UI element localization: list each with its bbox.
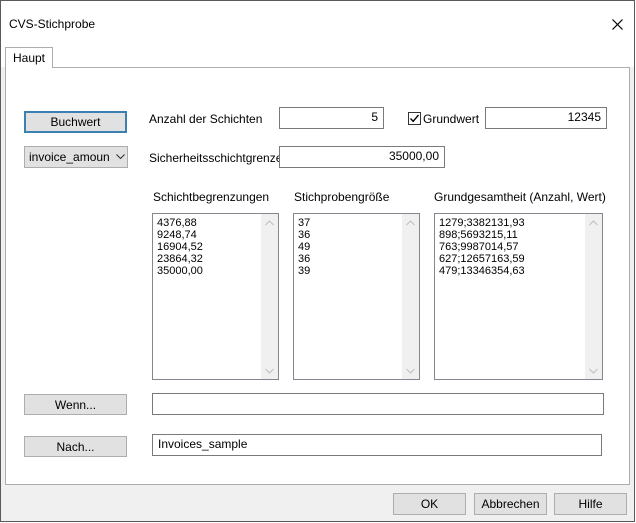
- scroll-up-arrow-icon: [265, 219, 274, 225]
- checkmark-icon: [409, 114, 420, 123]
- tab-haupt[interactable]: Haupt: [5, 47, 53, 68]
- nach-input[interactable]: Invoices_sample: [152, 434, 602, 456]
- title-bar: CVS-Stichprobe: [1, 1, 634, 47]
- list-item[interactable]: 23864,32: [157, 253, 258, 265]
- grundgesamtheit-header: Grundgesamtheit (Anzahl, Wert): [434, 190, 606, 204]
- grundwert-checkbox[interactable]: [408, 112, 421, 125]
- scroll-down-arrow-icon: [265, 368, 274, 374]
- scroll-up-button[interactable]: [585, 214, 602, 231]
- field-dropdown-value: invoice_amoun: [29, 150, 110, 164]
- scroll-down-button[interactable]: [261, 362, 278, 379]
- list-item[interactable]: 49: [298, 241, 399, 253]
- sicherheitsschichtgrenze-input[interactable]: 35000,00: [279, 146, 445, 168]
- buchwert-button[interactable]: Buchwert: [24, 111, 127, 133]
- scroll-down-arrow-icon: [406, 368, 415, 374]
- stichprobengroesse-list[interactable]: 37 36 49 36 39: [293, 213, 420, 380]
- ok-button[interactable]: OK: [393, 493, 466, 515]
- scroll-up-button[interactable]: [402, 214, 419, 231]
- vertical-scrollbar[interactable]: [585, 214, 602, 379]
- list-item[interactable]: 37: [298, 217, 399, 229]
- vertical-scrollbar[interactable]: [402, 214, 419, 379]
- cancel-button[interactable]: Abbrechen: [474, 493, 547, 515]
- grundwert-input[interactable]: 12345: [485, 107, 607, 129]
- scroll-down-button[interactable]: [402, 362, 419, 379]
- tab-panel-haupt: Buchwert Anzahl der Schichten 5 Grundwer…: [5, 67, 630, 485]
- scroll-up-button[interactable]: [261, 214, 278, 231]
- list-item[interactable]: 35000,00: [157, 265, 258, 277]
- nach-button[interactable]: Nach...: [24, 436, 127, 457]
- list-item[interactable]: 16904,52: [157, 241, 258, 253]
- list-item[interactable]: 627;12657163,59: [439, 253, 582, 265]
- grundwert-label: Grundwert: [423, 112, 480, 126]
- tab-strip: Haupt: [1, 47, 634, 68]
- anzahl-schichten-input[interactable]: 5: [279, 107, 384, 129]
- help-button[interactable]: Hilfe: [554, 493, 627, 515]
- dialog-window: CVS-Stichprobe Haupt Buchwert Anzahl der…: [0, 0, 635, 522]
- scroll-down-arrow-icon: [589, 368, 598, 374]
- list-item[interactable]: 36: [298, 229, 399, 241]
- list-item[interactable]: 763;9987014,57: [439, 241, 582, 253]
- sicherheitsschichtgrenze-label: Sicherheitsschichtgrenze: [149, 151, 283, 165]
- list-item[interactable]: 39: [298, 265, 399, 277]
- scroll-up-arrow-icon: [406, 219, 415, 225]
- window-title: CVS-Stichprobe: [9, 17, 96, 31]
- wenn-input[interactable]: [152, 393, 604, 415]
- list-item[interactable]: 898;5693215,11: [439, 229, 582, 241]
- schichtbegrenzungen-list[interactable]: 4376,88 9248,74 16904,52 23864,32 35000,…: [152, 213, 279, 380]
- list-item[interactable]: 36: [298, 253, 399, 265]
- vertical-scrollbar[interactable]: [261, 214, 278, 379]
- schichtbegrenzungen-header: Schichtbegrenzungen: [153, 190, 270, 204]
- wenn-button[interactable]: Wenn...: [24, 394, 127, 415]
- list-item[interactable]: 9248,74: [157, 229, 258, 241]
- list-item[interactable]: 479;13346354,63: [439, 265, 582, 277]
- close-icon: [611, 18, 623, 30]
- field-dropdown[interactable]: invoice_amoun: [24, 146, 128, 168]
- grundgesamtheit-list[interactable]: 1279;3382131,93 898;5693215,11 763;99870…: [434, 213, 603, 380]
- stichprobengroesse-header: Stichprobengröße: [294, 190, 390, 204]
- list-item[interactable]: 4376,88: [157, 217, 258, 229]
- close-button[interactable]: [604, 11, 630, 37]
- list-item[interactable]: 1279;3382131,93: [439, 217, 582, 229]
- anzahl-schichten-label: Anzahl der Schichten: [149, 112, 263, 126]
- scroll-down-button[interactable]: [585, 362, 602, 379]
- chevron-down-icon: [115, 154, 125, 160]
- scroll-up-arrow-icon: [589, 219, 598, 225]
